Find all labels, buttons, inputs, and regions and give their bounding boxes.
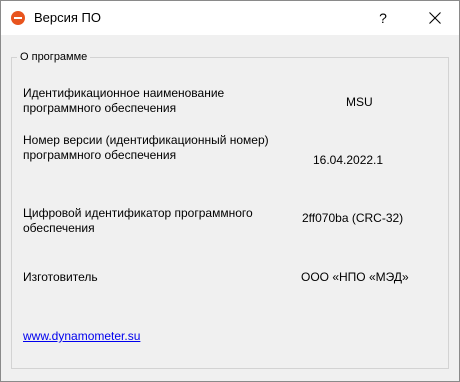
close-icon (429, 12, 441, 24)
name-value: MSU (346, 95, 373, 109)
window-title: Версия ПО (34, 10, 101, 25)
website-link[interactable]: www.dynamometer.su (23, 329, 140, 343)
version-dialog: Версия ПО ? О программе Идентификационно… (0, 0, 460, 382)
app-icon (11, 11, 25, 25)
checksum-label: Цифровой идентификатор программного обес… (23, 206, 253, 235)
help-button[interactable]: ? (365, 1, 401, 35)
checksum-value: 2ff070ba (CRC-32) (302, 211, 404, 225)
version-label: Номер версии (идентификационный номер) п… (23, 133, 269, 162)
name-label: Идентификационное наименование программн… (23, 86, 225, 115)
group-title: О программе (17, 51, 91, 63)
manufacturer-label: Изготовитель (23, 270, 98, 284)
close-button[interactable] (413, 1, 457, 35)
manufacturer-value: ООО «НПО «МЭД» (301, 270, 409, 284)
title-bar: Версия ПО ? (1, 1, 459, 35)
version-value: 16.04.2022.1 (313, 153, 384, 167)
